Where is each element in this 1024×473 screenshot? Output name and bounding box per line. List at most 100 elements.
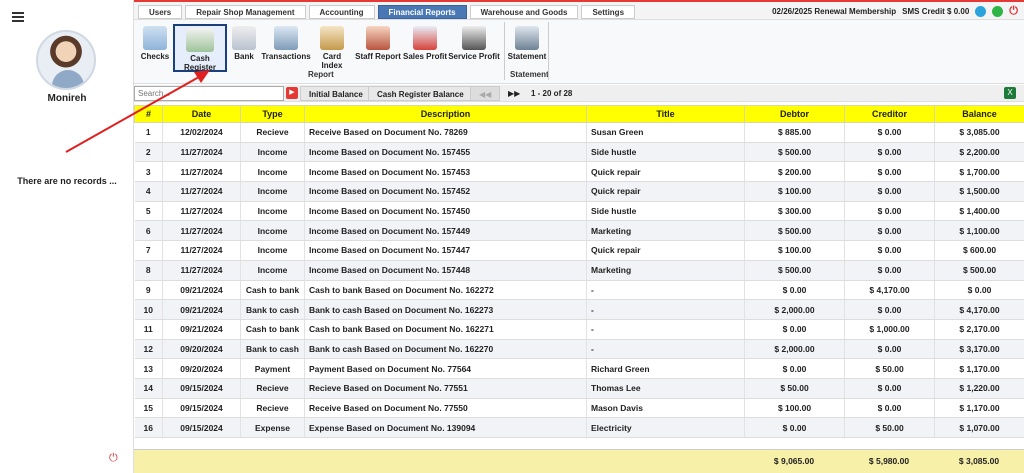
card-index-button[interactable]: Card Index xyxy=(312,24,352,72)
balance-cell: $ 3,170.00 xyxy=(934,339,1024,360)
table-row[interactable]: 15 09/15/2024 Recieve Receive Based on Docu… xyxy=(134,398,1024,419)
table-row[interactable]: 4 11/27/2024 Income Income Based on Documen… xyxy=(134,181,1024,202)
creditor-cell: $ 0.00 xyxy=(844,161,935,183)
row-number: 14 xyxy=(134,378,163,399)
title-cell: Mason Davis xyxy=(586,398,745,419)
table-row[interactable]: 10 09/21/2024 Bank to cash Bank to cash Bas… xyxy=(134,299,1024,320)
creditor-cell: $ 0.00 xyxy=(844,398,935,419)
column-header-type[interactable]: Type xyxy=(240,105,305,123)
table-row[interactable]: 6 11/27/2024 Income Income Based on Documen… xyxy=(134,220,1024,242)
top-navigation: Users Repair Shop Management Accounting Fin… xyxy=(134,0,1024,20)
creditor-cell: $ 50.00 xyxy=(844,417,935,438)
title-cell: - xyxy=(586,319,745,340)
column-header-debtor[interactable]: Debtor xyxy=(744,105,845,123)
sidebar: Monireh There are no records ... ⏻ xyxy=(0,0,134,473)
previous-page-button[interactable]: ◀◀ xyxy=(470,86,501,101)
column-header-date[interactable]: Date xyxy=(162,105,241,123)
title-cell: Quick repair xyxy=(586,240,745,261)
title-cell: Marketing xyxy=(586,220,745,242)
tab-warehouse-and-goods[interactable]: Warehouse and Goods xyxy=(469,5,579,19)
whatsapp-icon[interactable] xyxy=(992,6,1004,17)
search-input[interactable] xyxy=(134,86,284,101)
next-page-button[interactable]: ▶▶ xyxy=(500,86,528,101)
table-row[interactable]: 12 09/20/2024 Bank to cash Bank to cash Bas… xyxy=(134,339,1024,360)
hamburger-menu-icon[interactable] xyxy=(12,12,24,22)
table-row[interactable]: 16 09/15/2024 Expense Expense Based on Docu… xyxy=(134,417,1024,438)
telegram-icon[interactable] xyxy=(975,6,987,17)
report-group-label: Report xyxy=(308,70,334,79)
balance-cell: $ 1,500.00 xyxy=(934,181,1024,202)
renewal-membership-text[interactable]: 02/26/2025 Renewal Membership xyxy=(772,7,896,16)
statement-button[interactable]: Statement xyxy=(507,24,547,72)
table-row[interactable]: 13 09/20/2024 Payment Payment Based on Docu… xyxy=(134,358,1024,379)
column-header-number[interactable]: # xyxy=(134,105,163,123)
row-number: 3 xyxy=(134,161,163,183)
table-row[interactable]: 2 11/27/2024 Income Income Based on Documen… xyxy=(134,142,1024,163)
balance-cell: $ 1,220.00 xyxy=(934,378,1024,399)
column-header-balance[interactable]: Balance xyxy=(934,105,1024,123)
description-cell: Income Based on Document No. 157449 xyxy=(304,220,587,242)
balance-cell: $ 1,170.00 xyxy=(934,358,1024,379)
initial-balance-button[interactable]: Initial Balance xyxy=(300,86,372,101)
total-debtor: $ 9,065.00 xyxy=(773,456,815,466)
title-cell: Electricity xyxy=(586,417,745,438)
description-cell: Income Based on Document No. 157447 xyxy=(304,240,587,261)
table-row[interactable]: 14 09/15/2024 Recieve Recieve Based on Docu… xyxy=(134,378,1024,399)
sms-credit-text: SMS Credit $ 0.00 xyxy=(902,7,970,16)
video-help-icon[interactable]: ▶ xyxy=(286,87,298,99)
creditor-cell: $ 0.00 xyxy=(844,201,935,222)
date-cell: 09/15/2024 xyxy=(162,398,241,419)
transactions-icon xyxy=(274,26,298,50)
service-profit-button[interactable]: Service Profit xyxy=(448,24,500,72)
type-cell: Income xyxy=(240,220,305,242)
row-number: 10 xyxy=(134,299,163,320)
tab-settings[interactable]: Settings xyxy=(581,5,636,19)
date-cell: 11/27/2024 xyxy=(162,260,241,281)
staff-report-icon xyxy=(366,26,390,50)
title-cell: Richard Green xyxy=(586,358,745,379)
tab-accounting[interactable]: Accounting xyxy=(308,5,375,19)
power-icon[interactable]: ⏻ xyxy=(1009,5,1018,18)
table-row[interactable]: 7 11/27/2024 Income Income Based on Documen… xyxy=(134,240,1024,261)
creditor-cell: $ 0.00 xyxy=(844,299,935,320)
balance-cell: $ 1,070.00 xyxy=(934,417,1024,438)
creditor-cell: $ 0.00 xyxy=(844,260,935,281)
staff-report-button[interactable]: Staff Report xyxy=(354,24,402,72)
bank-button[interactable]: Bank xyxy=(230,24,258,72)
ribbon-toolbar: Checks Cash Register Bank Transactions C… xyxy=(134,20,1024,84)
creditor-cell: $ 0.00 xyxy=(844,122,935,143)
type-cell: Payment xyxy=(240,358,305,379)
debtor-cell: $ 200.00 xyxy=(744,161,845,183)
tab-users[interactable]: Users xyxy=(138,5,183,19)
tab-repair-shop-management[interactable]: Repair Shop Management xyxy=(185,5,306,19)
row-number: 1 xyxy=(134,122,163,143)
balance-cell: $ 0.00 xyxy=(934,280,1024,301)
transactions-button[interactable]: Transactions xyxy=(261,24,311,72)
table-row[interactable]: 9 09/21/2024 Cash to bank Cash to bank Base… xyxy=(134,280,1024,301)
checks-button[interactable]: Checks xyxy=(138,24,172,72)
table-row[interactable]: 8 11/27/2024 Income Income Based on Documen… xyxy=(134,260,1024,281)
table-body: 1 12/02/2024 Recieve Receive Based on Docum… xyxy=(134,122,1024,438)
column-header-title[interactable]: Title xyxy=(586,105,745,123)
cash-register-balance-button[interactable]: Cash Register Balance xyxy=(368,86,473,101)
column-header-description[interactable]: Description xyxy=(304,105,587,123)
debtor-cell: $ 0.00 xyxy=(744,280,845,301)
table-row[interactable]: 1 12/02/2024 Recieve Receive Based on Docum… xyxy=(134,122,1024,143)
table-row[interactable]: 11 09/21/2024 Cash to bank Cash to bank Bas… xyxy=(134,319,1024,340)
excel-export-icon[interactable]: X xyxy=(1004,87,1016,99)
column-header-creditor[interactable]: Creditor xyxy=(844,105,935,123)
balance-cell: $ 1,700.00 xyxy=(934,161,1024,183)
debtor-cell: $ 300.00 xyxy=(744,201,845,222)
sales-profit-button[interactable]: Sales Profit xyxy=(403,24,447,72)
checks-icon xyxy=(143,26,167,50)
title-cell: Side hustle xyxy=(586,201,745,222)
logout-power-icon[interactable]: ⏻ xyxy=(109,452,118,465)
debtor-cell: $ 500.00 xyxy=(744,142,845,163)
type-cell: Income xyxy=(240,240,305,261)
table-row[interactable]: 5 11/27/2024 Income Income Based on Documen… xyxy=(134,201,1024,222)
cash-register-button[interactable]: Cash Register xyxy=(173,24,227,72)
table-row[interactable]: 3 11/27/2024 Income Income Based on Documen… xyxy=(134,161,1024,183)
tab-financial-reports[interactable]: Financial Reports xyxy=(377,5,467,19)
title-cell: Thomas Lee xyxy=(586,378,745,399)
row-number: 12 xyxy=(134,339,163,360)
